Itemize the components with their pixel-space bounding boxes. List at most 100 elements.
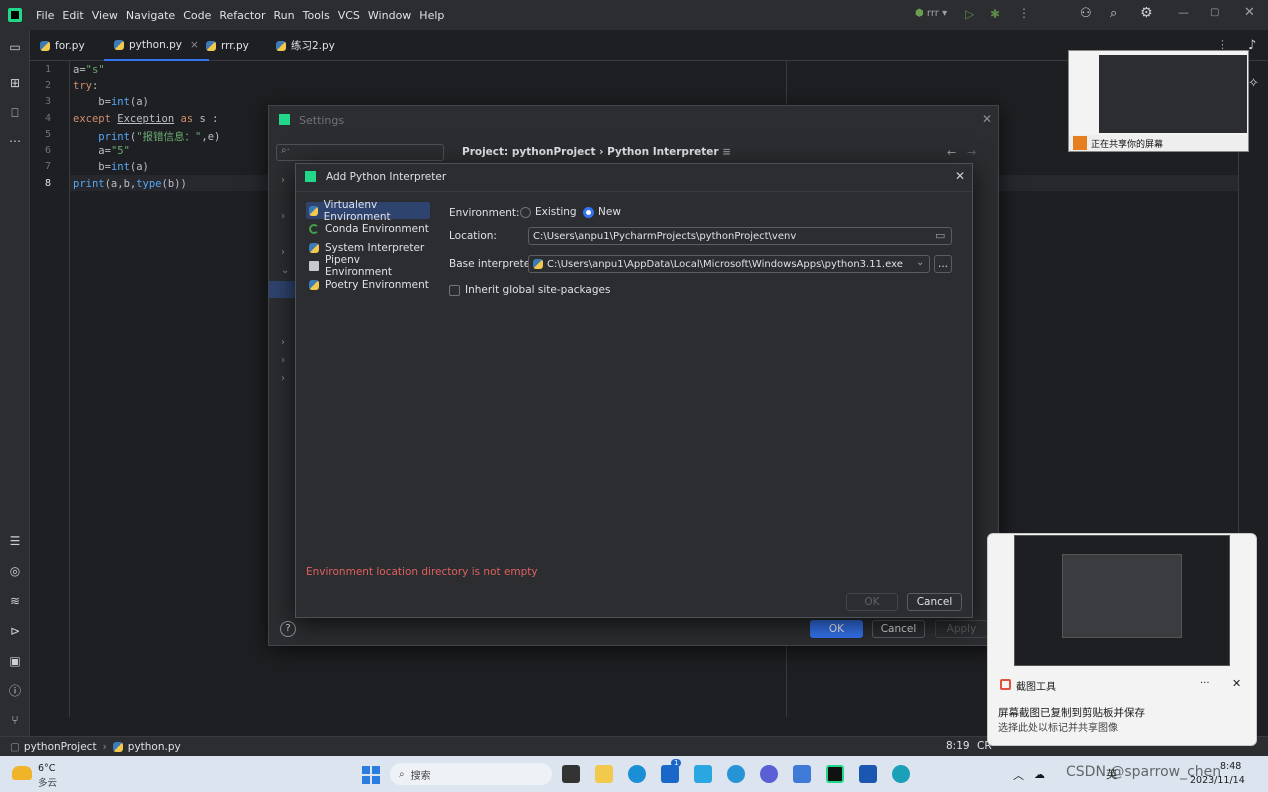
menu-file[interactable]: File bbox=[36, 9, 54, 22]
menu-code[interactable]: Code bbox=[183, 9, 211, 22]
terminal-icon[interactable]: ▣ bbox=[8, 654, 22, 668]
menu-help[interactable]: Help bbox=[419, 9, 444, 22]
notifications-bell-icon[interactable]: ♪ bbox=[1248, 38, 1256, 53]
pycharm-taskbar-icon[interactable] bbox=[826, 765, 844, 783]
code-line-7[interactable]: b=int(a) bbox=[73, 161, 149, 173]
env-poetry[interactable]: Poetry Environment bbox=[306, 276, 430, 293]
more-tools-icon[interactable]: ⋯ bbox=[8, 134, 22, 148]
settings-cancel-button[interactable]: Cancel bbox=[872, 620, 925, 638]
vscode-like-icon[interactable] bbox=[694, 765, 712, 783]
menu-tools[interactable]: Tools bbox=[303, 9, 330, 22]
tab-python-py[interactable]: python.py × bbox=[104, 30, 209, 61]
browser-icon[interactable] bbox=[727, 765, 745, 783]
tab-lianxi2-py[interactable]: 练习2.py bbox=[266, 30, 345, 61]
menu-vcs[interactable]: VCS bbox=[338, 9, 360, 22]
screen-share-preview[interactable]: 正在共享你的屏幕 bbox=[1068, 50, 1249, 152]
chevron-down-icon[interactable]: ⌄ bbox=[916, 257, 924, 268]
more-icon[interactable]: ⋮ bbox=[1018, 6, 1030, 20]
code-line-3[interactable]: b=int(a) bbox=[73, 96, 149, 108]
status-file[interactable]: python.py bbox=[128, 741, 181, 753]
inherit-checkbox[interactable] bbox=[449, 284, 460, 296]
env-pipenv[interactable]: Pipenv Environment bbox=[306, 254, 430, 278]
services-icon[interactable]: ⊳ bbox=[8, 624, 22, 638]
add-user-icon[interactable]: ⚇ bbox=[1080, 6, 1092, 21]
forward-arrow-icon[interactable]: → bbox=[967, 146, 976, 159]
task-view-icon[interactable] bbox=[562, 765, 580, 783]
settings-search-input[interactable]: ⌕· bbox=[276, 144, 444, 161]
project-folder-icon[interactable]: ▭ bbox=[8, 40, 22, 54]
menu-navigate[interactable]: Navigate bbox=[126, 9, 175, 22]
clock-time[interactable]: 8:48 bbox=[1220, 761, 1241, 772]
chat-icon[interactable] bbox=[892, 765, 910, 783]
dialog-cancel-button[interactable]: Cancel bbox=[907, 593, 962, 611]
minimize-icon[interactable]: — bbox=[1178, 6, 1189, 19]
close-window-icon[interactable]: ✕ bbox=[1244, 5, 1255, 20]
code-line-5[interactable]: print("报错信息：",e) bbox=[73, 129, 220, 144]
run-icon[interactable]: ▷ bbox=[965, 7, 974, 21]
layers-icon[interactable]: ≋ bbox=[8, 594, 22, 608]
dialog-ok-button[interactable]: OK bbox=[846, 593, 898, 611]
edge-browser-icon[interactable] bbox=[628, 765, 646, 783]
menu-refactor[interactable]: Refactor bbox=[219, 9, 265, 22]
radio-new-circle[interactable] bbox=[583, 206, 594, 218]
code-line-4[interactable]: except Exception as s : bbox=[73, 113, 218, 125]
screenshot-preview[interactable] bbox=[1014, 535, 1230, 666]
close-notification-icon[interactable]: ✕ bbox=[1232, 677, 1241, 690]
problems-icon[interactable]: ⓘ bbox=[8, 684, 22, 698]
store-icon[interactable]: 1 bbox=[661, 759, 682, 783]
photos-icon[interactable] bbox=[793, 765, 811, 783]
todo-icon[interactable]: ☰ bbox=[8, 534, 22, 548]
onedrive-icon[interactable]: ☁ bbox=[1034, 768, 1045, 781]
close-dialog-icon[interactable]: ✕ bbox=[955, 169, 965, 183]
structure-icon[interactable]: ⊞ bbox=[8, 76, 22, 90]
close-settings-icon[interactable]: ✕ bbox=[982, 112, 992, 126]
file-explorer-icon[interactable] bbox=[595, 765, 613, 783]
tray-chevron-icon[interactable]: ︿ bbox=[1013, 767, 1024, 783]
location-field[interactable]: C:\Users\anpu1\PycharmProjects\pythonPro… bbox=[528, 227, 952, 245]
code-line-6[interactable]: a="5" bbox=[73, 145, 130, 157]
settings-gear-icon[interactable]: ⚙ bbox=[1140, 5, 1153, 21]
snipping-notification[interactable]: 截图工具 ··· ✕ 屏幕截图已复制到剪贴板并保存 选择此处以标记并共享图像 bbox=[987, 533, 1257, 746]
radio-existing[interactable]: Existing bbox=[520, 206, 577, 218]
taskbar-search-box[interactable]: ⌕ 搜索 bbox=[390, 763, 552, 785]
env-conda[interactable]: Conda Environment bbox=[306, 220, 430, 237]
code-line-8[interactable]: print(a,b,type(b)) bbox=[73, 178, 187, 190]
ai-assistant-icon[interactable]: ✧ bbox=[1248, 76, 1259, 91]
tab-rrr-py[interactable]: rrr.py bbox=[196, 30, 259, 61]
back-arrow-icon[interactable]: ← bbox=[947, 146, 956, 159]
code-line-1[interactable]: a="s" bbox=[73, 64, 105, 76]
more-options-icon[interactable]: ··· bbox=[1200, 678, 1210, 689]
help-icon[interactable]: ? bbox=[280, 621, 296, 637]
env-virtualenv[interactable]: Virtualenv Environment bbox=[306, 199, 430, 223]
menu-run[interactable]: Run bbox=[274, 9, 295, 22]
search-icon: ⌕ bbox=[399, 768, 405, 780]
app-icon[interactable] bbox=[760, 765, 778, 783]
browse-folder-icon[interactable]: ▭ bbox=[935, 229, 945, 242]
maximize-icon[interactable]: ▢ bbox=[1210, 7, 1219, 18]
menu-view[interactable]: View bbox=[92, 9, 118, 22]
word-icon[interactable] bbox=[859, 765, 877, 783]
tab-for-py[interactable]: for.py bbox=[30, 30, 95, 61]
radio-new[interactable]: New bbox=[583, 206, 621, 218]
browse-button[interactable]: ... bbox=[934, 255, 952, 273]
start-windows-icon[interactable] bbox=[362, 766, 380, 784]
python-packages-icon[interactable]: ◎ bbox=[8, 564, 22, 578]
caret-position[interactable]: 8:19 bbox=[946, 740, 970, 752]
run-config-selector[interactable]: ⬢ rrr ▾ bbox=[915, 8, 947, 19]
code-line-2[interactable]: try: bbox=[73, 80, 98, 92]
base-interpreter-select[interactable]: C:\Users\anpu1\AppData\Local\Microsoft\W… bbox=[528, 255, 930, 273]
bookmarks-icon[interactable]: ⎕ bbox=[8, 106, 22, 120]
settings-tree-chevrons[interactable]: › › › ⌄ › › › bbox=[281, 172, 289, 388]
radio-existing-circle[interactable] bbox=[520, 206, 531, 218]
status-project[interactable]: pythonProject bbox=[24, 741, 97, 753]
search-icon[interactable]: ⌕ bbox=[1110, 6, 1117, 21]
menu-window[interactable]: Window bbox=[368, 9, 411, 22]
settings-apply-button[interactable]: Apply bbox=[935, 620, 988, 638]
breadcrumb-project[interactable]: Project: pythonProject bbox=[462, 146, 596, 158]
debug-icon[interactable]: ✱ bbox=[990, 7, 1000, 21]
weather-icon[interactable] bbox=[12, 766, 32, 780]
settings-ok-button[interactable]: OK bbox=[810, 620, 863, 638]
menu-edit[interactable]: Edit bbox=[62, 9, 83, 22]
git-icon[interactable]: ⑂ bbox=[8, 713, 22, 727]
inherit-checkbox-row[interactable]: Inherit global site-packages bbox=[449, 284, 610, 296]
